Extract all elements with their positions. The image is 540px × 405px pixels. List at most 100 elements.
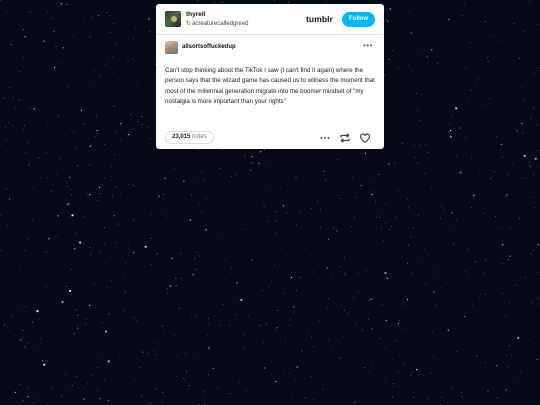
star [133, 38, 134, 40]
star [356, 196, 358, 198]
star [222, 303, 224, 305]
star [67, 203, 69, 206]
star [12, 125, 14, 127]
star [100, 251, 101, 253]
star [461, 396, 463, 398]
star [134, 380, 136, 381]
star [110, 31, 111, 33]
star [164, 177, 166, 179]
star [293, 306, 295, 308]
star [204, 397, 206, 399]
star [506, 367, 508, 369]
star [506, 255, 507, 257]
star [92, 248, 94, 250]
blog-username[interactable]: thyrell [186, 11, 206, 19]
star [98, 355, 100, 356]
star [56, 235, 58, 236]
avatar[interactable] [165, 11, 181, 27]
star [411, 371, 413, 373]
star [517, 336, 520, 339]
star [304, 249, 306, 251]
heart-icon[interactable] [359, 132, 371, 144]
star [399, 386, 401, 387]
share-menu-icon[interactable] [319, 132, 331, 144]
star [443, 223, 445, 224]
star [521, 86, 523, 88]
star [509, 255, 511, 257]
star [385, 19, 387, 21]
star [178, 308, 180, 309]
star [75, 148, 76, 149]
star [6, 151, 8, 152]
star [509, 228, 511, 229]
star [538, 149, 540, 151]
star [115, 131, 116, 133]
star [532, 302, 533, 304]
star [537, 359, 539, 361]
star [459, 171, 462, 174]
star [55, 173, 57, 175]
star [467, 249, 469, 250]
star [230, 186, 231, 187]
notes-count-button[interactable]: 23,015 notes [165, 131, 214, 144]
star [519, 28, 521, 30]
star [222, 399, 223, 401]
star [471, 207, 473, 209]
reblog-source-name[interactable]: acreaturecalledgreed [192, 21, 248, 27]
star [28, 164, 30, 166]
star [40, 177, 41, 178]
star [376, 216, 377, 218]
star [277, 310, 278, 311]
star [96, 130, 98, 132]
star [66, 3, 68, 5]
star [355, 396, 356, 398]
star [453, 167, 455, 168]
star [91, 252, 92, 254]
star [427, 252, 428, 254]
star [479, 293, 481, 295]
reblog-icon[interactable] [339, 132, 351, 144]
star [47, 359, 49, 361]
star [385, 381, 387, 383]
star [28, 142, 29, 144]
star [74, 248, 76, 250]
star [275, 380, 277, 383]
post-author-name[interactable]: allsortsoffuckedup [182, 44, 236, 50]
star [83, 398, 85, 400]
star [7, 326, 8, 328]
star [519, 58, 520, 59]
star [457, 382, 458, 384]
star [451, 116, 453, 118]
post-author-avatar[interactable] [165, 41, 178, 54]
star [415, 157, 417, 158]
star [77, 328, 79, 330]
star [395, 340, 397, 342]
star [112, 105, 114, 107]
star [416, 369, 418, 371]
star [120, 123, 122, 125]
star [418, 120, 420, 121]
reblogged-from[interactable]: ↻acreaturecalledgreed [186, 20, 248, 28]
star [429, 167, 431, 169]
star [408, 207, 409, 209]
star [123, 278, 125, 279]
star [113, 23, 114, 25]
star [114, 44, 116, 46]
more-icon[interactable]: ••• [363, 42, 373, 50]
star [369, 181, 371, 183]
star [107, 287, 108, 289]
star [209, 349, 211, 351]
star [22, 337, 23, 339]
star [421, 94, 423, 96]
star [69, 53, 70, 55]
star [118, 223, 119, 225]
star [75, 309, 77, 310]
star [27, 386, 29, 388]
follow-button[interactable]: Follow [342, 12, 375, 27]
star [501, 156, 503, 158]
star [247, 315, 249, 317]
tumblr-logo[interactable]: tumblr [306, 14, 333, 24]
star [470, 90, 472, 91]
star [436, 267, 438, 269]
star [66, 182, 68, 184]
